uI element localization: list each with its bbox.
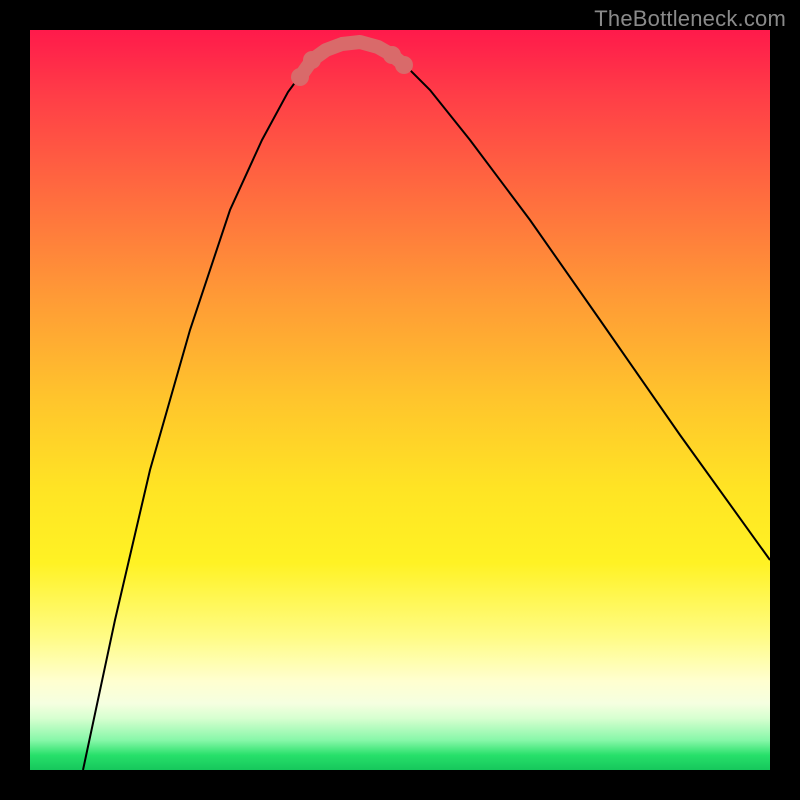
chart-svg [30,30,770,770]
bottleneck-curve [83,42,770,770]
optimal-dot [395,56,413,74]
chart-frame: TheBottleneck.com [0,0,800,800]
optimal-dot [291,68,309,86]
watermark-text: TheBottleneck.com [594,6,786,32]
chart-plot-area [30,30,770,770]
optimal-dot [303,51,321,69]
